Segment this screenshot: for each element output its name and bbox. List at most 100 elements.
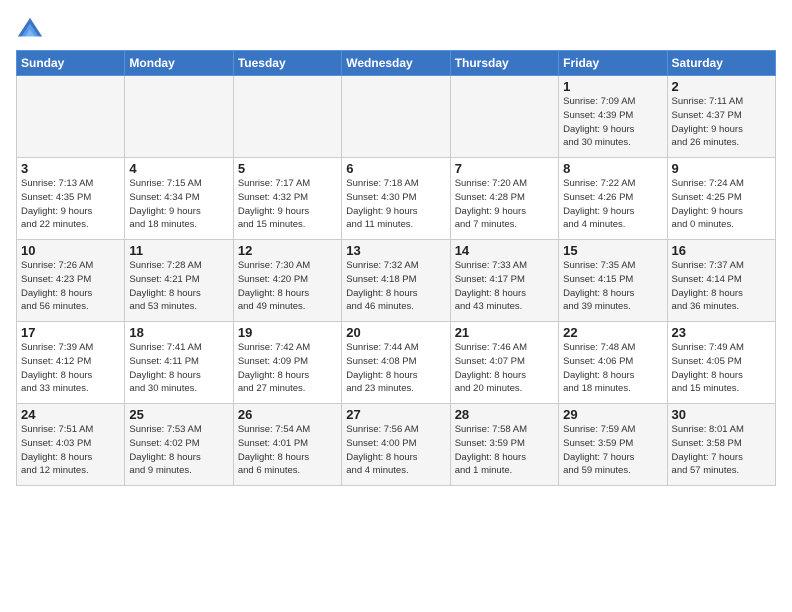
calendar-cell: 23Sunrise: 7:49 AM Sunset: 4:05 PM Dayli… [667,322,775,404]
day-info: Sunrise: 7:09 AM Sunset: 4:39 PM Dayligh… [563,95,662,150]
day-number: 13 [346,243,445,258]
calendar-cell: 27Sunrise: 7:56 AM Sunset: 4:00 PM Dayli… [342,404,450,486]
day-info: Sunrise: 7:41 AM Sunset: 4:11 PM Dayligh… [129,341,228,396]
day-info: Sunrise: 7:46 AM Sunset: 4:07 PM Dayligh… [455,341,554,396]
calendar-cell: 30Sunrise: 8:01 AM Sunset: 3:58 PM Dayli… [667,404,775,486]
calendar-cell: 26Sunrise: 7:54 AM Sunset: 4:01 PM Dayli… [233,404,341,486]
day-header-monday: Monday [125,51,233,76]
calendar-cell: 17Sunrise: 7:39 AM Sunset: 4:12 PM Dayli… [17,322,125,404]
day-number: 15 [563,243,662,258]
calendar-cell [17,76,125,158]
day-info: Sunrise: 7:26 AM Sunset: 4:23 PM Dayligh… [21,259,120,314]
calendar-cell: 19Sunrise: 7:42 AM Sunset: 4:09 PM Dayli… [233,322,341,404]
day-header-friday: Friday [559,51,667,76]
calendar-cell: 21Sunrise: 7:46 AM Sunset: 4:07 PM Dayli… [450,322,558,404]
calendar-week-row: 17Sunrise: 7:39 AM Sunset: 4:12 PM Dayli… [17,322,776,404]
day-info: Sunrise: 7:33 AM Sunset: 4:17 PM Dayligh… [455,259,554,314]
day-number: 3 [21,161,120,176]
day-header-thursday: Thursday [450,51,558,76]
calendar-cell: 5Sunrise: 7:17 AM Sunset: 4:32 PM Daylig… [233,158,341,240]
day-number: 12 [238,243,337,258]
day-number: 19 [238,325,337,340]
day-number: 25 [129,407,228,422]
calendar-table: SundayMondayTuesdayWednesdayThursdayFrid… [16,50,776,486]
day-number: 29 [563,407,662,422]
day-info: Sunrise: 7:18 AM Sunset: 4:30 PM Dayligh… [346,177,445,232]
day-info: Sunrise: 7:15 AM Sunset: 4:34 PM Dayligh… [129,177,228,232]
day-number: 22 [563,325,662,340]
day-info: Sunrise: 7:17 AM Sunset: 4:32 PM Dayligh… [238,177,337,232]
day-number: 28 [455,407,554,422]
calendar-cell: 10Sunrise: 7:26 AM Sunset: 4:23 PM Dayli… [17,240,125,322]
day-info: Sunrise: 7:30 AM Sunset: 4:20 PM Dayligh… [238,259,337,314]
day-info: Sunrise: 7:59 AM Sunset: 3:59 PM Dayligh… [563,423,662,478]
day-number: 26 [238,407,337,422]
day-info: Sunrise: 7:20 AM Sunset: 4:28 PM Dayligh… [455,177,554,232]
day-info: Sunrise: 7:32 AM Sunset: 4:18 PM Dayligh… [346,259,445,314]
day-number: 2 [672,79,771,94]
calendar-cell: 28Sunrise: 7:58 AM Sunset: 3:59 PM Dayli… [450,404,558,486]
day-info: Sunrise: 7:22 AM Sunset: 4:26 PM Dayligh… [563,177,662,232]
day-header-tuesday: Tuesday [233,51,341,76]
calendar-cell: 8Sunrise: 7:22 AM Sunset: 4:26 PM Daylig… [559,158,667,240]
calendar-cell: 16Sunrise: 7:37 AM Sunset: 4:14 PM Dayli… [667,240,775,322]
day-info: Sunrise: 7:53 AM Sunset: 4:02 PM Dayligh… [129,423,228,478]
calendar-cell: 3Sunrise: 7:13 AM Sunset: 4:35 PM Daylig… [17,158,125,240]
calendar-cell [233,76,341,158]
day-info: Sunrise: 7:37 AM Sunset: 4:14 PM Dayligh… [672,259,771,314]
day-number: 16 [672,243,771,258]
calendar-cell: 7Sunrise: 7:20 AM Sunset: 4:28 PM Daylig… [450,158,558,240]
day-number: 4 [129,161,228,176]
calendar-week-row: 10Sunrise: 7:26 AM Sunset: 4:23 PM Dayli… [17,240,776,322]
calendar-cell: 15Sunrise: 7:35 AM Sunset: 4:15 PM Dayli… [559,240,667,322]
day-info: Sunrise: 7:28 AM Sunset: 4:21 PM Dayligh… [129,259,228,314]
day-info: Sunrise: 7:13 AM Sunset: 4:35 PM Dayligh… [21,177,120,232]
header [16,12,776,44]
calendar-cell: 12Sunrise: 7:30 AM Sunset: 4:20 PM Dayli… [233,240,341,322]
calendar-cell [125,76,233,158]
day-number: 14 [455,243,554,258]
calendar-week-row: 1Sunrise: 7:09 AM Sunset: 4:39 PM Daylig… [17,76,776,158]
calendar-cell: 24Sunrise: 7:51 AM Sunset: 4:03 PM Dayli… [17,404,125,486]
calendar-cell: 14Sunrise: 7:33 AM Sunset: 4:17 PM Dayli… [450,240,558,322]
day-number: 30 [672,407,771,422]
calendar-week-row: 3Sunrise: 7:13 AM Sunset: 4:35 PM Daylig… [17,158,776,240]
calendar-cell: 2Sunrise: 7:11 AM Sunset: 4:37 PM Daylig… [667,76,775,158]
day-info: Sunrise: 7:54 AM Sunset: 4:01 PM Dayligh… [238,423,337,478]
day-number: 23 [672,325,771,340]
day-number: 24 [21,407,120,422]
day-info: Sunrise: 7:51 AM Sunset: 4:03 PM Dayligh… [21,423,120,478]
calendar-cell: 6Sunrise: 7:18 AM Sunset: 4:30 PM Daylig… [342,158,450,240]
day-number: 7 [455,161,554,176]
day-info: Sunrise: 7:58 AM Sunset: 3:59 PM Dayligh… [455,423,554,478]
day-info: Sunrise: 7:42 AM Sunset: 4:09 PM Dayligh… [238,341,337,396]
day-number: 5 [238,161,337,176]
day-info: Sunrise: 7:24 AM Sunset: 4:25 PM Dayligh… [672,177,771,232]
day-info: Sunrise: 7:39 AM Sunset: 4:12 PM Dayligh… [21,341,120,396]
day-header-sunday: Sunday [17,51,125,76]
day-info: Sunrise: 7:49 AM Sunset: 4:05 PM Dayligh… [672,341,771,396]
logo-icon [16,16,44,44]
day-info: Sunrise: 7:56 AM Sunset: 4:00 PM Dayligh… [346,423,445,478]
day-info: Sunrise: 8:01 AM Sunset: 3:58 PM Dayligh… [672,423,771,478]
day-number: 27 [346,407,445,422]
main-container: SundayMondayTuesdayWednesdayThursdayFrid… [0,0,792,494]
day-number: 21 [455,325,554,340]
calendar-cell: 29Sunrise: 7:59 AM Sunset: 3:59 PM Dayli… [559,404,667,486]
day-number: 6 [346,161,445,176]
day-info: Sunrise: 7:11 AM Sunset: 4:37 PM Dayligh… [672,95,771,150]
day-info: Sunrise: 7:44 AM Sunset: 4:08 PM Dayligh… [346,341,445,396]
day-number: 9 [672,161,771,176]
day-info: Sunrise: 7:35 AM Sunset: 4:15 PM Dayligh… [563,259,662,314]
calendar-cell: 1Sunrise: 7:09 AM Sunset: 4:39 PM Daylig… [559,76,667,158]
day-number: 1 [563,79,662,94]
calendar-cell: 18Sunrise: 7:41 AM Sunset: 4:11 PM Dayli… [125,322,233,404]
calendar-cell: 4Sunrise: 7:15 AM Sunset: 4:34 PM Daylig… [125,158,233,240]
day-number: 11 [129,243,228,258]
day-number: 18 [129,325,228,340]
day-header-wednesday: Wednesday [342,51,450,76]
calendar-cell [450,76,558,158]
calendar-cell: 20Sunrise: 7:44 AM Sunset: 4:08 PM Dayli… [342,322,450,404]
day-number: 20 [346,325,445,340]
calendar-cell: 9Sunrise: 7:24 AM Sunset: 4:25 PM Daylig… [667,158,775,240]
